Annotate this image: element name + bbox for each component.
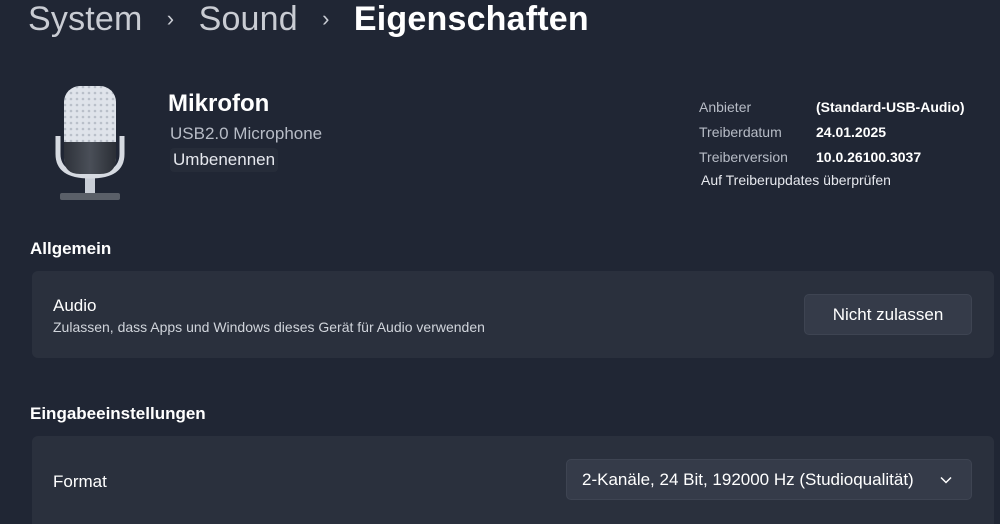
driver-info-row: Treiberdatum 24.01.2025 [699, 119, 965, 144]
device-model: USB2.0 Microphone [170, 124, 323, 143]
audio-title: Audio [53, 296, 97, 315]
chevron-down-icon [940, 476, 952, 484]
audio-description: Zulassen, dass Apps und Windows dieses G… [53, 319, 485, 335]
format-label: Format [53, 472, 107, 491]
format-setting-card: Format 2-Kanäle, 24 Bit, 192000 Hz (Stud… [32, 436, 994, 524]
format-dropdown[interactable]: 2-Kanäle, 24 Bit, 192000 Hz (Studioquali… [566, 459, 972, 500]
driver-version-label: Treiberversion [699, 148, 788, 165]
microphone-icon [55, 86, 125, 200]
driver-version-value: 10.0.26100.3037 [816, 148, 922, 165]
driver-info-row: Anbieter (Standard-USB-Audio) [699, 94, 965, 119]
breadcrumb-system[interactable]: System [28, 0, 143, 39]
check-driver-updates-link[interactable]: Auf Treiberupdates überprüfen [701, 172, 891, 188]
audio-setting-card: Audio Zulassen, dass Apps und Windows di… [32, 271, 994, 358]
driver-info: Anbieter (Standard-USB-Audio) Treiberdat… [699, 94, 965, 169]
rename-link[interactable]: Umbenennen [170, 148, 279, 172]
format-dropdown-value: 2-Kanäle, 24 Bit, 192000 Hz (Studioquali… [582, 469, 914, 489]
breadcrumb-sound[interactable]: Sound [199, 0, 298, 39]
section-title-input-settings: Eingabeeinstellungen [30, 404, 206, 423]
breadcrumb-properties: Eigenschaften [353, 0, 589, 38]
driver-info-row: Treiberversion 10.0.26100.3037 [699, 144, 965, 169]
driver-date-label: Treiberdatum [699, 123, 782, 140]
section-title-general: Allgemein [30, 239, 112, 258]
disallow-audio-button[interactable]: Nicht zulassen [804, 294, 972, 335]
breadcrumb: System › Sound › Eigenschaften [28, 0, 589, 44]
device-name: Mikrofon [168, 90, 270, 117]
driver-vendor-value: (Standard-USB-Audio) [816, 98, 965, 115]
breadcrumb-chevron-icon: › [322, 6, 330, 31]
driver-vendor-label: Anbieter [699, 98, 752, 115]
breadcrumb-chevron-icon: › [166, 6, 175, 31]
sound-properties-page: System › Sound › Eigenschaften Mikrofon … [0, 0, 1000, 524]
driver-date-value: 24.01.2025 [816, 123, 887, 140]
